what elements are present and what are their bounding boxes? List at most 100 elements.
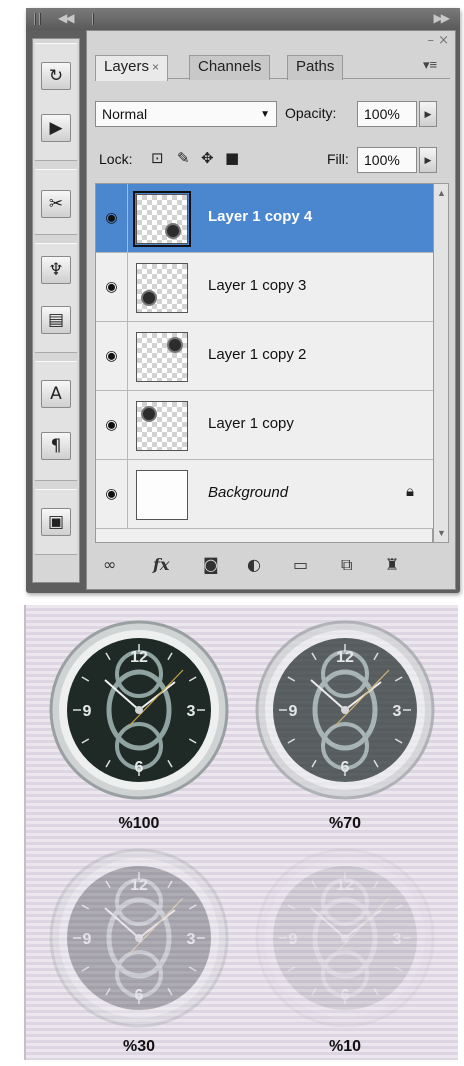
clock-numeral: 12 [130, 877, 148, 894]
paragraph-icon[interactable]: ¶ [41, 432, 71, 460]
adjustment-icon[interactable]: ◐ [247, 555, 261, 574]
layer-thumbnail[interactable] [136, 263, 188, 313]
clock-numeral: 12 [336, 649, 354, 666]
dock-group: ♆ ▤ [35, 243, 77, 353]
navigator-icon[interactable]: ▣ [41, 508, 71, 536]
clock-image: 12 3 6 9 [252, 617, 438, 803]
opacity-demo-area: 12 3 6 9 %100 12 3 6 9 %70 12 3 6 9 %30 12 3 6 9 %10 [24, 605, 458, 1060]
panel-title-bar[interactable]: ◀◀ ▶▶ [26, 8, 460, 30]
layer-row[interactable]: ◉ Background 🔒︎ [96, 460, 434, 529]
fill-slider-button[interactable]: ▶ [419, 147, 437, 173]
tab-paths[interactable]: Paths [287, 55, 344, 80]
grip-handle[interactable] [39, 13, 41, 25]
expand-right-icon[interactable]: ▶▶ [434, 11, 451, 25]
fill-value: 100% [364, 152, 400, 168]
clock-center-cap [341, 706, 349, 714]
tab-close-icon[interactable]: × [152, 60, 159, 74]
layer-thumbnail[interactable] [133, 191, 191, 247]
clock-numeral: 3 [393, 931, 402, 948]
clock-numeral: 9 [83, 931, 92, 948]
layer-row[interactable]: ◉ Layer 1 copy [96, 391, 434, 460]
actions-icon[interactable]: ▶ [41, 114, 71, 142]
chevron-down-icon: ▼ [260, 109, 270, 120]
collapse-left-icon[interactable]: ◀◀ [58, 11, 75, 25]
trash-icon[interactable]: ♜ [385, 555, 399, 574]
blend-mode-select[interactable]: Normal ▼ [95, 101, 277, 127]
layer-lock-icon: 🔒︎ [406, 482, 414, 500]
character-icon[interactable]: A [41, 380, 71, 408]
layer-thumbnail[interactable] [136, 470, 188, 520]
tool-presets-icon[interactable]: ✂ [41, 190, 71, 218]
tab-label: Paths [296, 58, 335, 75]
grip-handle[interactable] [34, 13, 36, 25]
opacity-slider-button[interactable]: ▶ [419, 101, 437, 127]
clock-center-cap [135, 706, 143, 714]
clock-center-cap [341, 934, 349, 942]
clock-numeral: 3 [187, 703, 196, 720]
layer-thumbnail[interactable] [136, 401, 188, 451]
layers-panel: – × Layers × Channels Paths ▾≡ Normal ▼ O… [86, 30, 456, 590]
dock-group: ▣ [35, 489, 77, 555]
lock-image-icon[interactable]: ✎ [177, 149, 190, 167]
opacity-caption: %70 [328, 815, 362, 832]
tab-layers[interactable]: Layers × [95, 55, 169, 81]
layers-scrollbar[interactable]: ▲ ▼ [433, 183, 449, 543]
opacity-caption: %100 [118, 815, 160, 832]
visibility-eye-icon[interactable]: ◉ [96, 253, 128, 321]
visibility-eye-icon[interactable]: ◉ [96, 322, 128, 390]
lock-all-icon[interactable]: ■ [225, 149, 239, 167]
tab-label: Channels [198, 58, 262, 75]
opacity-caption: %10 [328, 1038, 362, 1055]
folder-icon[interactable]: ▭ [293, 555, 308, 574]
layer-row[interactable]: ◉ Layer 1 copy 4 [96, 184, 434, 253]
visibility-eye-icon[interactable]: ◉ [96, 184, 128, 252]
brushes-icon[interactable]: ♆ [41, 256, 71, 284]
grip-handle[interactable] [92, 13, 94, 25]
clock-numeral: 9 [83, 703, 92, 720]
clock-graphic: 12 3 6 9 [49, 620, 229, 800]
clock-body: 12 3 6 9 [255, 848, 435, 1028]
opacity-field[interactable]: 100% [357, 101, 417, 127]
mask-icon[interactable]: ◙ [203, 555, 219, 574]
visibility-eye-icon[interactable]: ◉ [96, 391, 128, 459]
fx-icon[interactable]: fx [153, 555, 169, 574]
panel-tabs: Layers × Channels Paths [95, 53, 450, 81]
clock-numeral: 6 [341, 759, 350, 776]
dock-group: A ¶ [35, 361, 77, 481]
history-icon[interactable]: ↻ [41, 62, 71, 90]
layers-footer: ∞ fx ◙ ◐ ▭ ⧉ ♜ [95, 549, 449, 583]
clock-thumbnail-icon [165, 223, 181, 239]
tab-channels[interactable]: Channels [189, 55, 271, 80]
new-layer-icon[interactable]: ⧉ [341, 555, 352, 575]
panel-close-icon[interactable]: – × [427, 33, 449, 48]
scroll-down-icon[interactable]: ▼ [437, 528, 446, 538]
layer-name[interactable]: Layer 1 copy [208, 415, 294, 432]
layer-row[interactable]: ◉ Layer 1 copy 3 [96, 253, 434, 322]
opacity-caption: %30 [122, 1038, 156, 1055]
clone-source-icon[interactable]: ▤ [41, 306, 71, 334]
link-icon[interactable]: ∞ [103, 555, 116, 574]
layer-name[interactable]: Layer 1 copy 3 [208, 277, 306, 294]
clock-numeral: 9 [289, 931, 298, 948]
clock-numeral: 6 [341, 987, 350, 1004]
layer-name[interactable]: Layer 1 copy 4 [208, 208, 312, 225]
dock-group: ↻ ▶ [35, 43, 77, 161]
layer-thumbnail[interactable] [136, 332, 188, 382]
clock-numeral: 3 [393, 703, 402, 720]
layers-list: ◉ Layer 1 copy 4 ◉ Layer 1 copy 3 ◉ Laye… [95, 183, 434, 543]
fill-field[interactable]: 100% [357, 147, 417, 173]
clock-image: 12 3 6 9 [46, 845, 232, 1031]
clock-body: 12 3 6 9 [49, 848, 229, 1028]
scroll-up-icon[interactable]: ▲ [437, 188, 446, 198]
clock-graphic: 12 3 6 9 [255, 848, 435, 1028]
layer-name[interactable]: Background [208, 484, 288, 501]
lock-position-icon[interactable]: ✥ [201, 149, 214, 167]
dock-group: ✂ [35, 169, 77, 235]
clock-thumbnail-icon [167, 337, 183, 353]
visibility-eye-icon[interactable]: ◉ [96, 460, 128, 528]
panel-menu-icon[interactable]: ▾≡ [423, 57, 447, 75]
layer-row[interactable]: ◉ Layer 1 copy 2 [96, 322, 434, 391]
blend-mode-value: Normal [102, 106, 148, 122]
lock-transparent-icon[interactable]: ⊡ [151, 149, 164, 167]
layer-name[interactable]: Layer 1 copy 2 [208, 346, 306, 363]
